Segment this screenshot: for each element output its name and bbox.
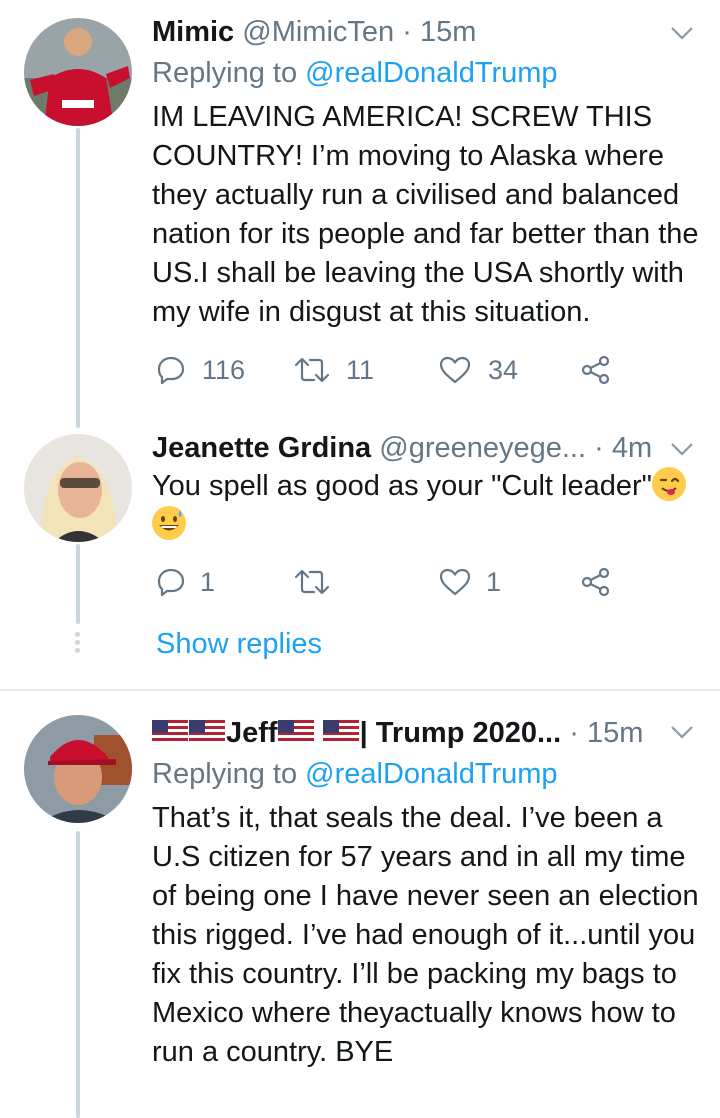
us-flag-icon	[189, 720, 225, 744]
tweet-text: IM LEAVING AMERICA! SCREW THIS COUNTRY! …	[152, 101, 699, 328]
retweet-button[interactable]	[294, 562, 330, 602]
thread-line	[76, 831, 80, 1118]
retweet-button[interactable]: 11	[294, 350, 374, 390]
separator-dot: ·	[569, 717, 579, 749]
like-count: 34	[488, 354, 519, 385]
share-button[interactable]	[580, 350, 612, 390]
reply-count: 116	[202, 354, 246, 385]
like-button[interactable]: 34	[438, 350, 518, 390]
grinning-face-with-sweat-icon	[152, 506, 186, 540]
thread-line	[76, 544, 80, 624]
display-name-part-2[interactable]: | Trump 2020...	[360, 717, 562, 749]
action-bar: 1 1	[152, 562, 672, 602]
mention-link[interactable]: @realDonaldTrump	[305, 57, 557, 89]
reply-count: 1	[200, 566, 216, 597]
timestamp[interactable]: 15m	[587, 717, 643, 749]
us-flag-icon	[322, 720, 359, 744]
winking-face-with-tongue-icon	[651, 467, 686, 501]
tweet-text: That’s it, that seals the deal. I’ve bee…	[152, 802, 699, 1068]
reply-icon	[157, 568, 185, 597]
like-count: 1	[486, 566, 502, 597]
avatar[interactable]	[24, 715, 132, 823]
action-bar: 116 11 34	[152, 350, 672, 390]
reply-icon	[157, 356, 185, 385]
separator-dot: ·	[402, 16, 412, 48]
replying-prefix: Replying to	[152, 57, 298, 89]
retweet-icon	[294, 357, 330, 383]
retweet-count: 11	[346, 354, 375, 385]
tweet-text-content: You spell as good as your "Cult leader"	[152, 470, 652, 502]
tweet-header: Jeff | Trump 2020... · 15m	[152, 715, 700, 751]
retweet-icon	[294, 569, 330, 595]
replying-to: Replying to @realDonaldTrump	[152, 55, 558, 91]
timestamp[interactable]: 4m	[612, 432, 652, 464]
more-replies-dots	[75, 632, 81, 656]
show-replies-link[interactable]: Show replies	[156, 626, 322, 662]
avatar-image	[24, 715, 132, 823]
timestamp[interactable]: 15m	[420, 16, 476, 48]
reply-button[interactable]: 1	[156, 562, 215, 602]
mention-link[interactable]: @realDonaldTrump	[305, 758, 557, 790]
separator-dot: ·	[594, 432, 604, 464]
like-icon	[439, 356, 471, 384]
share-icon	[581, 355, 610, 385]
avatar-image	[24, 18, 132, 126]
reply-button[interactable]: 116	[156, 350, 245, 390]
avatar-image	[24, 434, 132, 542]
us-flag-icon	[277, 720, 314, 744]
replying-prefix: Replying to	[152, 758, 298, 790]
avatar[interactable]	[24, 18, 132, 126]
thread-line	[76, 128, 80, 428]
display-name-part-1[interactable]: Jeff	[226, 717, 278, 749]
user-handle[interactable]: @greeneyege...	[379, 432, 586, 464]
tweet-2[interactable]: Jeanette Grdina @greeneyege... · 4m You …	[0, 430, 720, 690]
like-button[interactable]: 1	[438, 562, 501, 602]
tweet-3[interactable]: Jeff | Trump 2020... · 15m Replying to @…	[0, 691, 720, 1118]
display-name[interactable]: Jeanette Grdina	[152, 432, 371, 464]
tweet-text: You spell as good as your "Cult leader"	[152, 467, 712, 545]
chevron-down-icon[interactable]	[670, 24, 694, 42]
tweet-header: Jeanette Grdina @greeneyege... · 4m	[152, 430, 700, 466]
user-handle[interactable]: @MimicTen	[242, 16, 394, 48]
tweet-1[interactable]: Mimic @MimicTen · 15m Replying to @realD…	[0, 0, 720, 430]
us-flag-icon	[152, 720, 188, 744]
like-icon	[439, 568, 471, 596]
chevron-down-icon[interactable]	[670, 723, 694, 741]
share-icon	[581, 567, 610, 597]
chevron-down-icon[interactable]	[670, 440, 694, 458]
replying-to: Replying to @realDonaldTrump	[152, 756, 558, 792]
tweet-header: Mimic @MimicTen · 15m	[152, 14, 700, 50]
share-button[interactable]	[580, 562, 612, 602]
display-name[interactable]: Mimic	[152, 16, 234, 48]
avatar[interactable]	[24, 434, 132, 542]
